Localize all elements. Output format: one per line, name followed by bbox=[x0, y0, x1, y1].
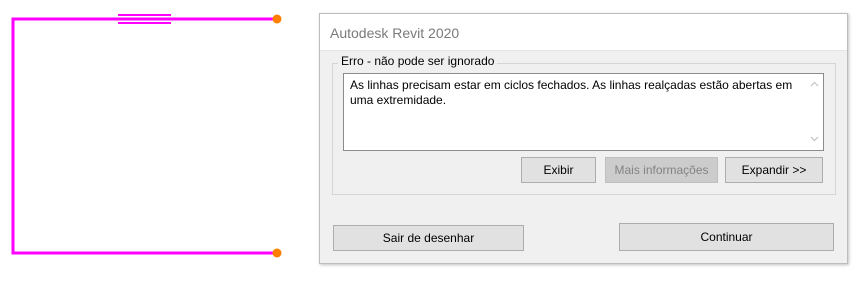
sketch-canvas bbox=[11, 14, 282, 258]
open-endpoint-bottom[interactable] bbox=[272, 248, 282, 258]
scroll-down-arrow-icon[interactable] bbox=[806, 131, 823, 148]
scroll-up-arrow-icon[interactable] bbox=[806, 76, 823, 93]
more-info-button[interactable]: Mais informações bbox=[605, 157, 718, 183]
dialog-titlebar[interactable]: Autodesk Revit 2020 bbox=[320, 14, 847, 51]
error-group-label: Erro - não pode ser ignorado bbox=[338, 54, 498, 68]
show-button[interactable]: Exibir bbox=[521, 157, 596, 183]
open-endpoint-top[interactable] bbox=[272, 14, 282, 24]
dialog-title: Autodesk Revit 2020 bbox=[330, 25, 460, 41]
error-message-box[interactable]: As linhas precisam estar em ciclos fecha… bbox=[343, 73, 824, 151]
error-dialog: Autodesk Revit 2020 Erro - não pode ser … bbox=[319, 13, 848, 264]
error-message-text: As linhas precisam estar em ciclos fecha… bbox=[350, 78, 793, 107]
message-scrollbar[interactable] bbox=[806, 74, 823, 150]
sketch-line-open-profile[interactable] bbox=[11, 17, 277, 255]
expand-button[interactable]: Expandir >> bbox=[725, 157, 823, 183]
continue-button[interactable]: Continuar bbox=[619, 223, 834, 251]
quit-sketch-button[interactable]: Sair de desenhar bbox=[333, 225, 524, 251]
